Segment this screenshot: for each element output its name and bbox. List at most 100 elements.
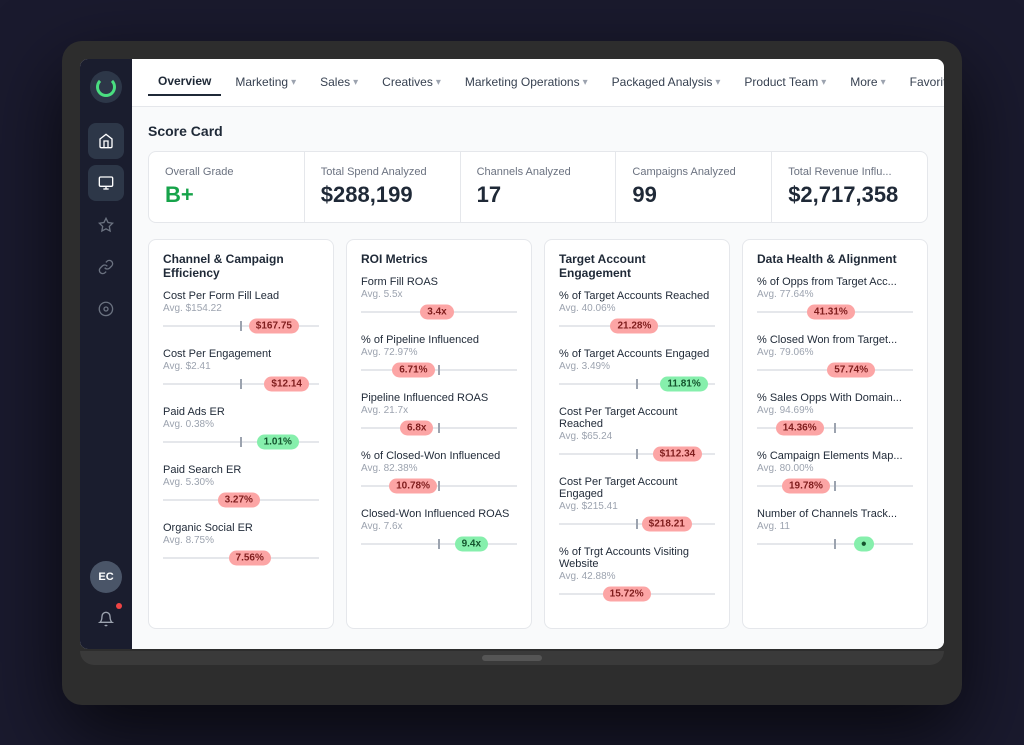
metric-row-avg: Avg. 11 — [757, 521, 913, 532]
chart-panel-title: ROI Metrics — [361, 252, 517, 266]
bullet-chart: 57.74% — [757, 362, 913, 378]
bullet-track: 15.72% — [559, 593, 715, 595]
bullet-track: 19.78% — [757, 485, 913, 487]
metric-row-avg: Avg. 79.06% — [757, 347, 913, 358]
metric-row-label: % of Closed-Won Influenced — [361, 450, 517, 462]
metric-row: % Campaign Elements Map...Avg. 80.00%19.… — [757, 450, 913, 494]
metric-row: Cost Per Target Account ReachedAvg. $65.… — [559, 406, 715, 462]
bullet-chart: 21.28% — [559, 318, 715, 334]
chevron-down-icon: ▾ — [881, 77, 886, 88]
sidebar: EC — [80, 59, 132, 649]
metric-label: Overall Grade — [165, 166, 288, 178]
metric-row-label: Pipeline Influenced ROAS — [361, 392, 517, 404]
metric-row-avg: Avg. 5.5x — [361, 289, 517, 300]
bullet-chart: 14.36% — [757, 420, 913, 436]
metric-row-avg: Avg. 77.64% — [757, 289, 913, 300]
metric-row: % of Closed-Won InfluencedAvg. 82.38%10.… — [361, 450, 517, 494]
metric-row-avg: Avg. 72.97% — [361, 347, 517, 358]
chart-panel-title: Target Account Engagement — [559, 252, 715, 280]
sidebar-bottom: EC — [88, 561, 124, 637]
nav-marketing[interactable]: Marketing ▾ — [225, 69, 306, 95]
chevron-down-icon: ▾ — [436, 77, 441, 88]
metric-value: $2,717,358 — [788, 182, 911, 208]
metric-badge: 57.74% — [827, 362, 875, 377]
metric-badge: 14.36% — [776, 420, 824, 435]
metric-badge: 7.56% — [229, 550, 271, 565]
bullet-chart: 11.81% — [559, 376, 715, 392]
metrics-row: Overall Grade B+ Total Spend Analyzed $2… — [148, 151, 928, 223]
metric-campaigns: Campaigns Analyzed 99 — [616, 152, 772, 222]
nav-packaged[interactable]: Packaged Analysis ▾ — [602, 69, 731, 95]
metric-badge: 6.8x — [400, 420, 433, 435]
user-avatar[interactable]: EC — [90, 561, 122, 593]
sidebar-item-link[interactable] — [88, 249, 124, 285]
metric-row-avg: Avg. $2.41 — [163, 361, 319, 372]
metric-label: Total Revenue Influ... — [788, 166, 911, 178]
metric-badge: 1.01% — [257, 434, 299, 449]
nav-marketing-ops[interactable]: Marketing Operations ▾ — [455, 69, 598, 95]
metric-row: Number of Channels Track...Avg. 11 ● — [757, 508, 913, 552]
metric-row-avg: Avg. 94.69% — [757, 405, 913, 416]
bullet-center-marker — [240, 437, 242, 447]
bullet-track: 57.74% — [757, 369, 913, 371]
metric-row: % of Pipeline InfluencedAvg. 72.97% 6.71% — [361, 334, 517, 378]
metric-row-label: Cost Per Engagement — [163, 348, 319, 360]
metric-row-avg: Avg. 0.38% — [163, 419, 319, 430]
nav-product-team[interactable]: Product Team ▾ — [734, 69, 836, 95]
notifications-icon[interactable] — [88, 601, 124, 637]
metric-badge: 6.71% — [392, 362, 434, 377]
metric-row-label: Closed-Won Influenced ROAS — [361, 508, 517, 520]
main-content: Overview Marketing ▾ Sales ▾ Creatives ▾… — [132, 59, 944, 649]
nav-sales[interactable]: Sales ▾ — [310, 69, 368, 95]
sidebar-item-chart[interactable] — [88, 165, 124, 201]
metric-row-avg: Avg. 80.00% — [757, 463, 913, 474]
chart-panel-3: Data Health & Alignment% of Opps from Ta… — [742, 239, 928, 629]
bullet-center-marker — [636, 519, 638, 529]
app-logo[interactable] — [90, 71, 122, 103]
metric-badge: ● — [854, 536, 874, 551]
metric-row-label: % of Pipeline Influenced — [361, 334, 517, 346]
bullet-track: 21.28% — [559, 325, 715, 327]
metric-row-avg: Avg. $154.22 — [163, 303, 319, 314]
nav-creatives[interactable]: Creatives ▾ — [372, 69, 451, 95]
bullet-track: ● — [757, 543, 913, 545]
metric-row: Paid Ads ERAvg. 0.38%1.01% — [163, 406, 319, 450]
bullet-chart: 19.78% — [757, 478, 913, 494]
metric-badge: 3.4x — [420, 304, 453, 319]
bullet-chart: 15.72% — [559, 586, 715, 602]
metric-badge: $12.14 — [264, 376, 309, 391]
nav-favorites[interactable]: Favorites ▾ — [900, 69, 944, 95]
metric-row-label: Cost Per Target Account Reached — [559, 406, 715, 430]
metric-row-label: Number of Channels Track... — [757, 508, 913, 520]
metric-revenue: Total Revenue Influ... $2,717,358 — [772, 152, 927, 222]
metric-row-avg: Avg. 21.7x — [361, 405, 517, 416]
chevron-down-icon: ▾ — [291, 77, 296, 88]
metric-row-label: % Sales Opps With Domain... — [757, 392, 913, 404]
bullet-center-marker — [438, 481, 440, 491]
bullet-center-marker — [834, 539, 836, 549]
metric-badge: 9.4x — [455, 536, 488, 551]
sidebar-item-sparkle[interactable] — [88, 207, 124, 243]
metric-badge: 10.78% — [389, 478, 437, 493]
metric-badge: $112.34 — [653, 446, 703, 461]
bullet-track: $218.21 — [559, 523, 715, 525]
metric-value: B+ — [165, 182, 288, 208]
sidebar-item-home[interactable] — [88, 123, 124, 159]
metric-badge: 41.31% — [807, 304, 855, 319]
sidebar-nav — [88, 123, 124, 561]
metric-value: 17 — [477, 182, 600, 208]
metric-row-avg: Avg. 3.49% — [559, 361, 715, 372]
bullet-track: 9.4x — [361, 543, 517, 545]
bullet-center-marker — [636, 449, 638, 459]
bullet-track: 10.78% — [361, 485, 517, 487]
nav-more[interactable]: More ▾ — [840, 69, 895, 95]
bullet-center-marker — [240, 321, 242, 331]
metric-row-label: Cost Per Form Fill Lead — [163, 290, 319, 302]
sidebar-item-settings[interactable] — [88, 291, 124, 327]
bullet-track: 3.4x — [361, 311, 517, 313]
bullet-chart: 6.71% — [361, 362, 517, 378]
nav-overview[interactable]: Overview — [148, 68, 221, 96]
bullet-track: 41.31% — [757, 311, 913, 313]
metric-row-avg: Avg. 8.75% — [163, 535, 319, 546]
metric-row: % Sales Opps With Domain...Avg. 94.69% 14… — [757, 392, 913, 436]
